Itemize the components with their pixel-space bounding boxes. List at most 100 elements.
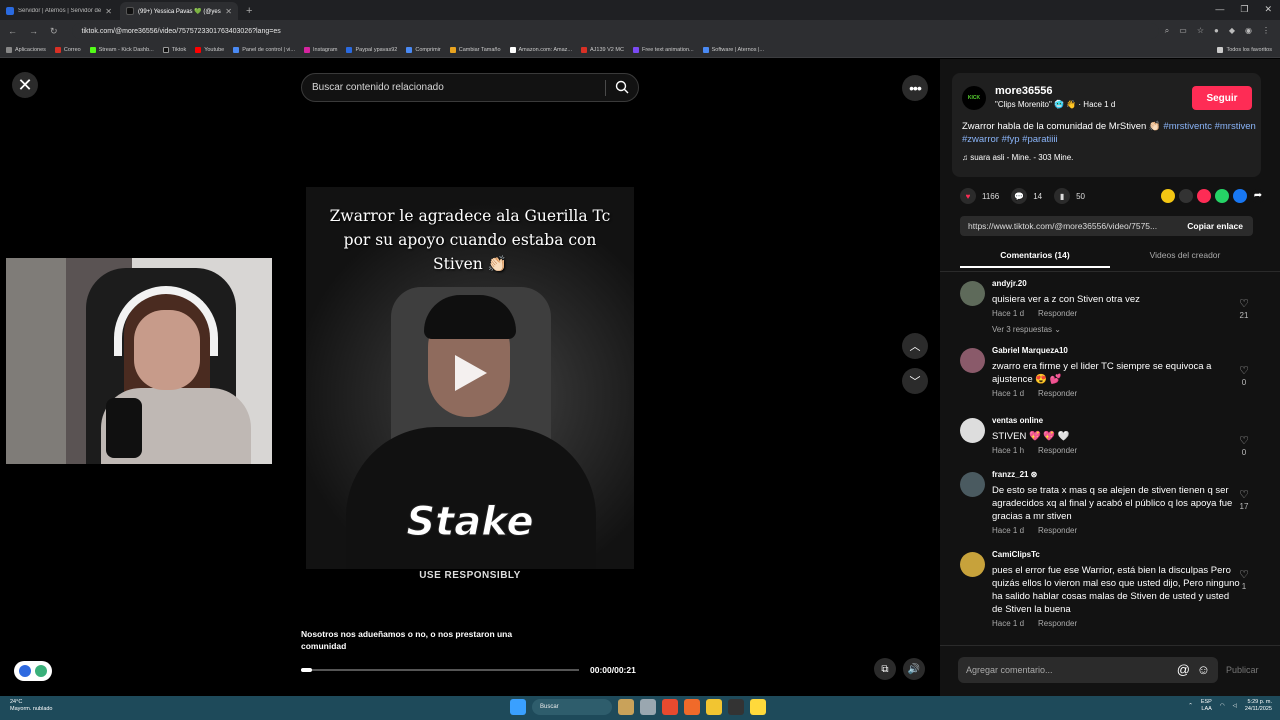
keyboard-layout[interactable]: ESP LAA xyxy=(1201,699,1212,713)
reply-button[interactable]: Responder xyxy=(1038,526,1077,535)
bookmark-item[interactable]: Amazon.com: Amaz... xyxy=(509,46,572,53)
taskbar-search[interactable]: Buscar xyxy=(532,699,612,715)
commenter-name[interactable]: CamiClipsTc xyxy=(992,550,1263,564)
weather-widget[interactable]: 24°C Mayorm. nublado xyxy=(10,699,53,713)
bookmark-item[interactable]: Instagram xyxy=(304,46,337,53)
bookmark-item[interactable]: Cambiar Tamaño xyxy=(449,46,501,53)
post-link[interactable]: https://www.tiktok.com/@more36556/video/… xyxy=(960,221,1177,231)
obs-icon[interactable] xyxy=(728,699,744,715)
close-tab-icon[interactable]: ✕ xyxy=(105,7,112,16)
commenter-avatar[interactable] xyxy=(960,552,985,577)
clock[interactable]: 5:29 p. m. 24/11/2025 xyxy=(1245,699,1272,713)
reply-button[interactable]: Responder xyxy=(1038,446,1077,455)
extension-icon[interactable]: ● xyxy=(1214,26,1219,36)
commenter-name[interactable]: franzz_21 ⊛ xyxy=(992,470,1263,484)
search-icon[interactable] xyxy=(615,80,629,94)
comment-like-icon[interactable]: ♡ xyxy=(1237,568,1251,581)
like-button[interactable]: ♥ 1166 xyxy=(960,188,999,204)
view-replies-button[interactable]: Ver 3 respuestas ⌄ xyxy=(992,325,1263,334)
tab-creator-videos[interactable]: Videos del creador xyxy=(1110,246,1260,268)
commenter-avatar[interactable] xyxy=(960,472,985,497)
close-tab-icon[interactable]: ✕ xyxy=(225,7,232,16)
bookmark-item[interactable]: Paypal ypavas92 xyxy=(346,46,397,53)
reply-button[interactable]: Responder xyxy=(1038,619,1077,628)
creator-username[interactable]: more36556 xyxy=(995,85,1053,97)
start-icon[interactable] xyxy=(510,699,526,715)
video-progress-bar[interactable] xyxy=(301,668,579,672)
taskbar-app-icon[interactable] xyxy=(640,699,656,715)
repost-icon[interactable] xyxy=(1197,189,1211,203)
browser-tab-active[interactable]: (99+) Yessica Pavas 💚 (@yessi ✕ xyxy=(120,2,238,20)
bookmark-item[interactable]: Tiktok xyxy=(162,46,186,53)
reply-button[interactable]: Responder xyxy=(1038,309,1077,318)
whatsapp-icon[interactable] xyxy=(1215,189,1229,203)
tab-comments[interactable]: Comentarios (14) xyxy=(960,246,1110,268)
commenter-name[interactable]: ventas online xyxy=(992,416,1263,430)
bookmark-item[interactable]: Stream - Kick Dashb... xyxy=(89,46,154,53)
commenter-avatar[interactable] xyxy=(960,418,985,443)
emoji-icon[interactable]: ☺ xyxy=(1197,662,1210,677)
browser-tab[interactable]: Servidor | Aternos | Servidor de ✕ xyxy=(0,2,118,20)
facebook-icon[interactable] xyxy=(1233,189,1247,203)
wifi-icon[interactable]: ◠ xyxy=(1220,703,1225,710)
profile-icon[interactable]: ◉ xyxy=(1245,26,1252,36)
close-video-button[interactable]: ✕ xyxy=(12,72,38,98)
pip-button[interactable]: ⧉ xyxy=(874,658,896,680)
close-window-icon[interactable]: ✕ xyxy=(1264,4,1272,15)
related-search-input[interactable]: Buscar contenido relacionado xyxy=(301,73,639,102)
coin-icon[interactable] xyxy=(1161,189,1175,203)
creator-avatar[interactable]: KICK xyxy=(962,86,986,110)
commenter-avatar[interactable] xyxy=(960,281,985,306)
commenter-name[interactable]: andyjr.20 xyxy=(992,279,1263,293)
comment-button[interactable]: 💬 14 xyxy=(1011,188,1042,204)
music-track[interactable]: ♫ suara asli - Mine. - 303 Mine. xyxy=(962,153,1073,162)
commenter-name[interactable]: Gabriel Marquezᴀ10 xyxy=(992,346,1263,360)
forward-icon[interactable]: → xyxy=(29,26,38,37)
maximize-icon[interactable]: ❐ xyxy=(1240,4,1248,15)
speaker-icon[interactable]: ◁ xyxy=(1233,703,1237,710)
reload-icon[interactable]: ↻ xyxy=(50,26,58,37)
bookmark-item[interactable]: Software | Aternos |... xyxy=(702,46,764,53)
back-icon[interactable]: ← xyxy=(8,26,17,37)
comment-like-icon[interactable]: ♡ xyxy=(1237,434,1251,447)
previous-video-button[interactable]: ︿ xyxy=(902,333,928,359)
post-comment-button[interactable]: Publicar xyxy=(1226,665,1259,675)
new-tab-icon[interactable]: + xyxy=(246,5,252,17)
bookmark-item[interactable]: Youtube xyxy=(195,46,224,53)
floating-assistant-widget[interactable] xyxy=(14,661,52,681)
zoom-icon[interactable]: ⌕ xyxy=(1165,26,1169,36)
bookmark-item[interactable]: Correo xyxy=(54,46,81,53)
commenter-avatar[interactable] xyxy=(960,348,985,373)
all-bookmarks[interactable]: Todos los favoritos xyxy=(1217,46,1272,53)
chrome-icon[interactable] xyxy=(662,699,678,715)
save-button[interactable]: ▮ 50 xyxy=(1054,188,1085,204)
comment-like-icon[interactable]: ♡ xyxy=(1237,364,1251,377)
copy-link-button[interactable]: Copiar enlace xyxy=(1177,221,1253,231)
bookmark-item[interactable]: Comprimir xyxy=(406,46,441,53)
embed-icon[interactable] xyxy=(1179,189,1193,203)
share-arrow-icon[interactable]: ➦ xyxy=(1251,189,1265,203)
mention-icon[interactable]: @ xyxy=(1177,662,1190,677)
next-video-button[interactable]: ﹀ xyxy=(902,368,928,394)
minimize-icon[interactable]: — xyxy=(1215,4,1224,15)
bookmark-item[interactable]: Free text animation... xyxy=(632,46,694,53)
tray-chevron-icon[interactable]: ⌃ xyxy=(1188,703,1193,710)
bookmark-item[interactable]: Aplicaciones xyxy=(6,46,46,53)
volume-button[interactable]: 🔊 xyxy=(903,658,925,680)
bookmark-item[interactable]: AJ139 V2 MC xyxy=(581,46,624,53)
bookmark-star-icon[interactable]: ☆ xyxy=(1197,26,1204,36)
comment-input[interactable]: Agregar comentario... @ ☺ xyxy=(958,657,1218,683)
follow-button[interactable]: Seguir xyxy=(1192,86,1252,110)
sticky-notes-icon[interactable] xyxy=(750,699,766,715)
cast-icon[interactable]: ▭ xyxy=(1179,26,1187,36)
menu-kebab-icon[interactable]: ⋮ xyxy=(1262,26,1270,36)
brave-icon[interactable] xyxy=(684,699,700,715)
file-explorer-icon[interactable] xyxy=(706,699,722,715)
reply-button[interactable]: Responder xyxy=(1038,389,1077,398)
extensions-puzzle-icon[interactable]: ◆ xyxy=(1229,26,1235,36)
address-bar[interactable]: tiktok.com/@more36556/video/757572330176… xyxy=(71,23,1159,39)
play-icon[interactable] xyxy=(455,355,487,391)
taskbar-app-icon[interactable] xyxy=(618,699,634,715)
more-options-button[interactable]: ••• xyxy=(902,75,928,101)
comment-like-icon[interactable]: ♡ xyxy=(1237,297,1251,310)
